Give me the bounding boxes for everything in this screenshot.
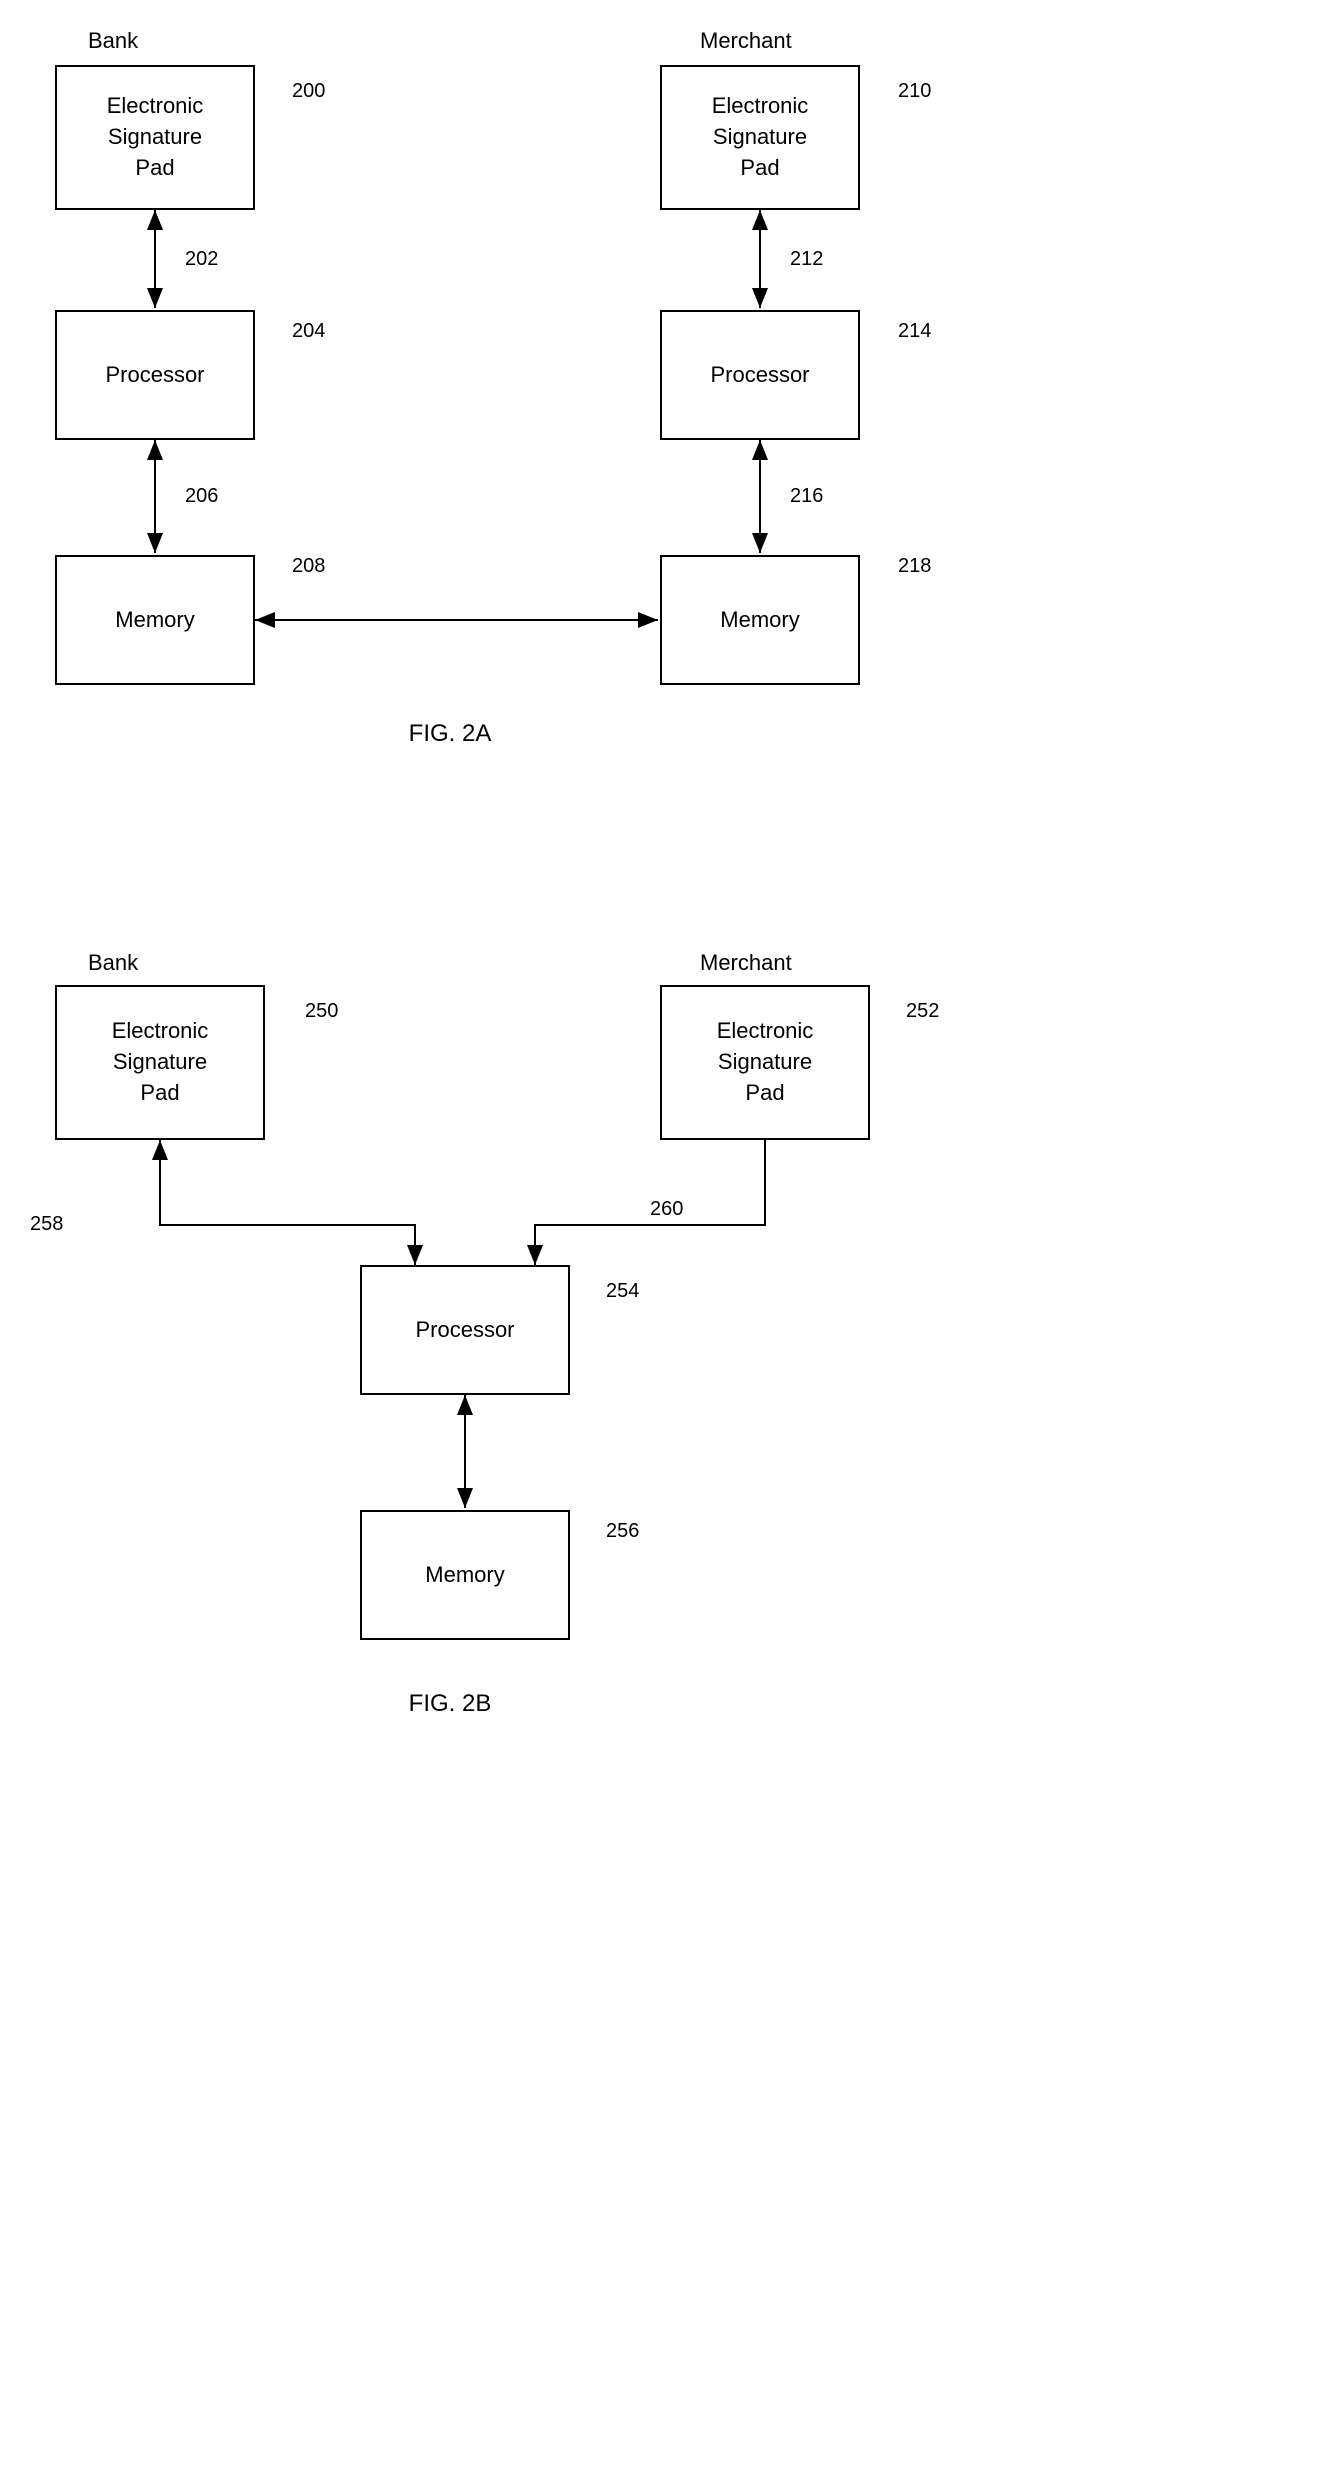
fig2a-refnum-218: 218 [898,555,931,578]
svg-text:216: 216 [790,485,823,507]
fig2a-title: FIG. 2A [300,720,600,748]
fig2a-refnum-214: 214 [898,320,931,343]
svg-text:206: 206 [185,485,218,507]
fig2a-bank-label: Bank [88,28,138,54]
fig2b-refnum-250: 250 [305,1000,338,1023]
fig2a-refnum-208: 208 [292,555,325,578]
fig2a-merchant-label: Merchant [700,28,792,54]
fig2b-refnum-252: 252 [906,1000,939,1023]
fig2a-bank-sig-box: Electronic Signature Pad [55,65,255,210]
fig2b-proc-box: Processor [360,1265,570,1395]
fig2a-bank-proc-box: Processor [55,310,255,440]
fig2b-title: FIG. 2B [300,1690,600,1718]
fig2a-merch-mem-box: Memory [660,555,860,685]
fig2a-merch-proc-box: Processor [660,310,860,440]
fig2b-merch-sig-box: Electronic Signature Pad [660,985,870,1140]
fig2b-bank-label: Bank [88,950,138,976]
fig2b-refnum-254: 254 [606,1280,639,1303]
fig2b-bank-sig-box: Electronic Signature Pad [55,985,265,1140]
fig2b-merchant-label: Merchant [700,950,792,976]
fig2a-refnum-200: 200 [292,80,325,103]
fig2b-mem-box: Memory [360,1510,570,1640]
svg-text:258: 258 [30,1213,63,1235]
fig2b-refnum-256: 256 [606,1520,639,1543]
fig2a-refnum-204: 204 [292,320,325,343]
fig2a-refnum-210: 210 [898,80,931,103]
svg-text:202: 202 [185,248,218,270]
fig2a-merch-sig-box: Electronic Signature Pad [660,65,860,210]
fig2a-bank-mem-box: Memory [55,555,255,685]
svg-text:260: 260 [650,1198,683,1220]
svg-text:212: 212 [790,248,823,270]
